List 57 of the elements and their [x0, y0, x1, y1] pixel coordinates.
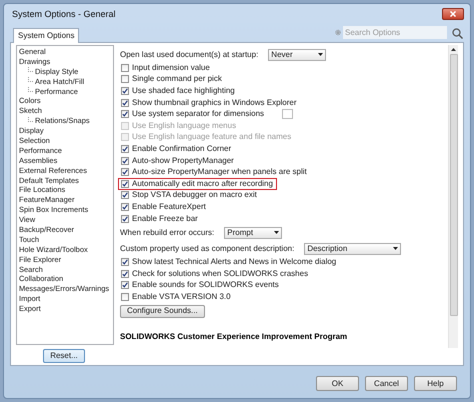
checkbox[interactable] [121, 75, 129, 84]
dialog-button[interactable]: Cancel [365, 376, 408, 391]
configure-sounds-button[interactable]: Configure Sounds... [120, 304, 205, 318]
checkbox[interactable] [121, 270, 129, 278]
checkbox-row[interactable]: Stop VSTA debugger on macro exit [118, 190, 261, 202]
checkbox[interactable] [121, 180, 129, 188]
scrollbar[interactable] [448, 45, 458, 348]
checkbox[interactable] [121, 168, 129, 176]
search-icon[interactable] [452, 28, 463, 39]
checkbox-row[interactable]: Show latest Technical Alerts and News in Welcome dialog [118, 256, 340, 268]
dropdown[interactable]: Prompt [224, 226, 282, 239]
checkbox[interactable] [121, 191, 129, 200]
close-icon [450, 11, 456, 17]
checkbox-row[interactable]: Enable VSTA VERSION 3.0 [118, 291, 235, 303]
checkbox-row[interactable]: Show thumbnail graphics in Windows Explorer [118, 96, 301, 108]
checkbox-row[interactable]: Input dimension value [118, 62, 214, 74]
checkbox-row[interactable]: Check for solutions when SOLIDWORKS crashes [118, 268, 312, 280]
checkbox[interactable] [121, 281, 129, 290]
checkbox[interactable] [121, 258, 129, 266]
dropdown[interactable]: Description [304, 242, 402, 255]
checkbox[interactable] [121, 214, 129, 223]
checkbox[interactable] [121, 64, 129, 72]
dropdown[interactable]: Never [268, 48, 326, 60]
dialog-button[interactable]: OK [316, 376, 359, 391]
checkbox[interactable] [121, 110, 129, 118]
dialog-button[interactable]: Help [414, 376, 457, 391]
search-field[interactable]: Search Options [343, 26, 447, 39]
section-heading: SOLIDWORKS Customer Experience Improvement Program [120, 332, 348, 341]
caret-icon [393, 247, 398, 250]
checkbox-row[interactable]: Enable Freeze bar [118, 212, 202, 224]
separator-field[interactable] [282, 109, 294, 120]
option-label: Open last used document(s) at startup: [120, 50, 258, 60]
checkbox-row[interactable]: Single command per pick [118, 74, 226, 86]
caret-icon [318, 53, 324, 56]
checkbox-row[interactable]: Use system separator for dimensions [118, 108, 268, 120]
checkbox[interactable] [121, 98, 129, 107]
checkbox[interactable] [121, 292, 129, 301]
gear-icon [335, 29, 341, 36]
tab[interactable]: System Options [13, 28, 80, 43]
close-button[interactable] [442, 8, 464, 20]
checkbox-row[interactable]: Use shaded face highlighting [118, 85, 239, 97]
reset-button[interactable]: Reset... [43, 349, 85, 363]
checkbox[interactable] [121, 156, 129, 165]
option-label: Custom property used as component description: [120, 244, 294, 254]
checkbox-row[interactable]: Auto-show PropertyManager [118, 154, 238, 166]
scroll-up-icon[interactable] [451, 48, 456, 51]
window-title: System Options - General [12, 8, 116, 18]
checkbox-row[interactable]: Automatically edit macro after recording [118, 178, 277, 190]
option-label: When rebuild error occurs: [120, 228, 214, 238]
checkbox-row[interactable]: Auto-size PropertyManager when panels are split [118, 166, 311, 178]
checkbox[interactable] [121, 144, 129, 153]
checkbox[interactable] [121, 202, 129, 211]
checkbox[interactable] [121, 86, 129, 95]
caret-icon [274, 231, 280, 234]
checkbox-row[interactable]: Enable Confirmation Corner [118, 143, 236, 155]
checkbox-row[interactable]: Enable FeatureXpert [118, 201, 210, 213]
checkbox-row[interactable]: Enable sounds for SOLIDWORKS events [118, 280, 283, 292]
